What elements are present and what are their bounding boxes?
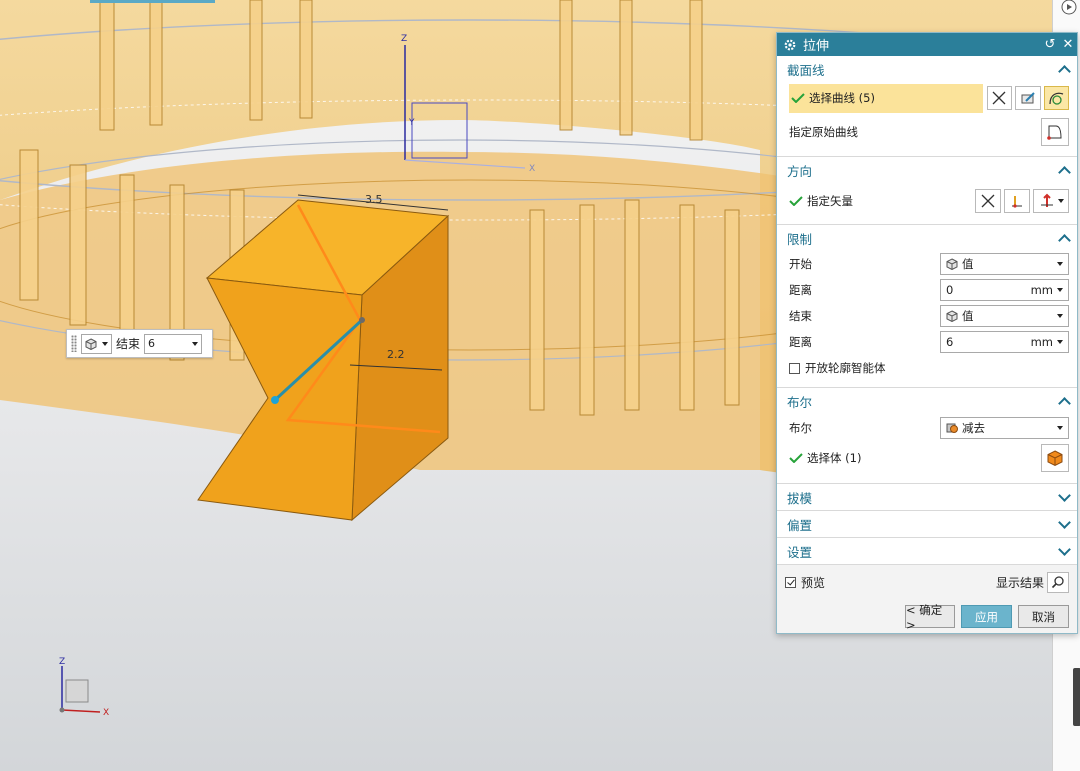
dimension-width-label[interactable]: 3.5 xyxy=(365,193,383,206)
reset-icon[interactable]: ↺ xyxy=(1041,36,1059,54)
specify-origin-label: 指定原始曲线 xyxy=(789,125,858,139)
curve-rule-button[interactable] xyxy=(986,86,1013,110)
vector-dialog-button[interactable] xyxy=(1004,189,1030,213)
specify-vector-label: 指定矢量 xyxy=(807,194,853,208)
drag-handle-end[interactable] xyxy=(359,317,365,323)
ok-button[interactable]: < 确定 > xyxy=(905,603,955,632)
drag-grip-icon[interactable] xyxy=(71,335,77,352)
cube-icon xyxy=(85,337,97,350)
section-draft: 拔模 xyxy=(777,484,1077,511)
curve-select-button[interactable] xyxy=(1043,86,1070,110)
check-icon xyxy=(789,453,803,463)
select-curve-row[interactable]: 选择曲线 (5) xyxy=(789,83,983,113)
collapse-chevron-icon[interactable] xyxy=(1058,396,1071,410)
subtract-icon xyxy=(946,423,958,433)
section-offset: 偏置 xyxy=(777,511,1077,538)
start-label: 开始 xyxy=(789,257,812,271)
section-limits-header[interactable]: 限制 xyxy=(777,225,1077,251)
boolean-type-select[interactable]: 减去 xyxy=(940,417,1069,439)
float-type-select[interactable] xyxy=(81,333,112,354)
apply-button[interactable]: 应用 xyxy=(961,605,1012,628)
triad-x-label: X xyxy=(103,708,109,718)
section-limits: 限制 开始 值 距离 0 mm 结束 值 距离 6 mm 开放轮廓智能体 xyxy=(777,225,1077,388)
expand-chevron-icon[interactable] xyxy=(1058,515,1071,529)
show-result-button[interactable] xyxy=(1047,571,1069,593)
extrude-dialog: 拉伸 ↺ ✕ 截面线 选择曲线 (5) 指定原始曲线 方向 指定矢量 限制 开始… xyxy=(776,32,1078,634)
open-profile-checkbox[interactable] xyxy=(789,362,800,374)
wcs-x-label: X xyxy=(529,164,535,174)
distance-start-label: 距离 xyxy=(789,283,812,297)
open-profile-label: 开放轮廓智能体 xyxy=(805,361,886,375)
drag-handle-start[interactable] xyxy=(271,396,279,404)
preview-checkbox[interactable] xyxy=(785,576,796,588)
check-icon xyxy=(789,196,803,206)
dimension-depth-label[interactable]: 2.2 xyxy=(387,348,405,361)
wcs-z-label: Z xyxy=(401,34,407,44)
section-boolean-header[interactable]: 布尔 xyxy=(777,388,1077,414)
distance-end-input[interactable]: 6 mm xyxy=(940,331,1069,353)
magnifier-icon xyxy=(1051,576,1064,589)
boolean-label: 布尔 xyxy=(789,421,812,435)
curve-icon xyxy=(1049,92,1064,105)
show-result-label: 显示结果 xyxy=(995,575,1044,590)
gear-icon[interactable] xyxy=(783,38,797,52)
section-boolean: 布尔 布尔 减去 选择体 (1) xyxy=(777,388,1077,484)
wcs-y-label: Y xyxy=(408,118,415,128)
section-direction: 方向 指定矢量 xyxy=(777,157,1077,225)
section-settings-header[interactable]: 设置 xyxy=(777,538,1077,564)
inferred-vector-icon xyxy=(1040,193,1053,207)
dialog-title: 拉伸 xyxy=(803,39,830,54)
section-direction-header[interactable]: 方向 xyxy=(777,157,1077,183)
distance-end-label: 距离 xyxy=(789,335,812,349)
cube-icon xyxy=(946,258,958,270)
solid-body-icon xyxy=(1047,450,1063,467)
sketch-icon xyxy=(1021,92,1035,104)
section-curve-header[interactable]: 截面线 xyxy=(777,56,1077,82)
origin-curve-icon xyxy=(1047,125,1062,140)
view-triad: Z X xyxy=(59,657,109,718)
close-icon[interactable]: ✕ xyxy=(1059,36,1077,54)
floating-end-input: 结束 6 xyxy=(66,329,213,358)
collapse-chevron-icon[interactable] xyxy=(1058,165,1071,179)
section-curve: 截面线 选择曲线 (5) 指定原始曲线 xyxy=(777,56,1077,157)
float-end-label: 结束 xyxy=(116,337,141,351)
dialog-footer: 预览 显示结果 < 确定 > 应用 取消 xyxy=(777,565,1077,632)
vector-icon xyxy=(1012,196,1022,208)
float-end-value[interactable]: 6 xyxy=(144,333,203,354)
start-type-select[interactable]: 值 xyxy=(940,253,1069,275)
select-body-button[interactable] xyxy=(1041,444,1069,472)
resource-roles-icon[interactable] xyxy=(1056,0,1078,18)
check-icon xyxy=(791,93,805,103)
collapse-chevron-icon[interactable] xyxy=(1058,233,1071,247)
section-settings: 设置 xyxy=(777,538,1077,565)
collapse-chevron-icon[interactable] xyxy=(1058,64,1071,78)
specify-origin-button[interactable] xyxy=(1041,118,1069,146)
cube-icon xyxy=(946,310,958,322)
reverse-icon xyxy=(981,194,995,208)
select-body-label: 选择体 (1) xyxy=(807,451,862,465)
dialog-title-bar[interactable]: 拉伸 ↺ ✕ xyxy=(777,33,1077,56)
cancel-button[interactable]: 取消 xyxy=(1018,605,1069,628)
end-type-select[interactable]: 值 xyxy=(940,305,1069,327)
distance-start-input[interactable]: 0 mm xyxy=(940,279,1069,301)
reverse-direction-button[interactable] xyxy=(975,189,1001,213)
sketch-button[interactable] xyxy=(1015,86,1041,110)
preview-label: 预览 xyxy=(801,575,826,590)
curve-rule-icon xyxy=(992,91,1006,105)
section-offset-header[interactable]: 偏置 xyxy=(777,511,1077,537)
inferred-vector-select[interactable] xyxy=(1033,189,1069,213)
expand-chevron-icon[interactable] xyxy=(1058,488,1071,502)
expand-chevron-icon[interactable] xyxy=(1058,542,1071,556)
triad-z-label: Z xyxy=(59,657,65,667)
scroll-tab[interactable] xyxy=(1073,668,1080,726)
section-draft-header[interactable]: 拔模 xyxy=(777,484,1077,510)
end-label: 结束 xyxy=(789,309,812,323)
active-tab-indicator xyxy=(90,0,215,3)
